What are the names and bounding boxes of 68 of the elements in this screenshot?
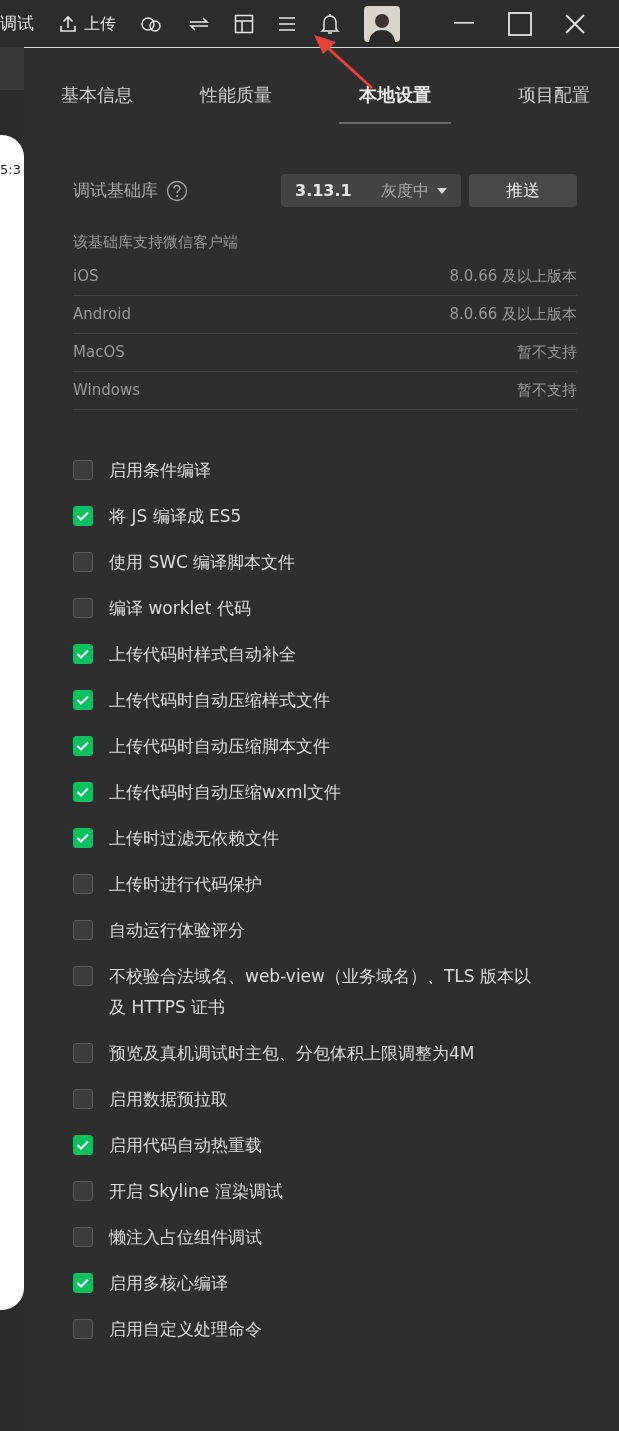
option-label: 懒注入占位组件调试 bbox=[109, 1225, 262, 1249]
help-icon[interactable] bbox=[166, 179, 188, 202]
status-time: 5:3 bbox=[0, 161, 22, 179]
checkbox[interactable] bbox=[73, 873, 93, 894]
platform-name: Windows bbox=[73, 379, 140, 401]
version-dropdown[interactable]: 3.13.1 灰度中 bbox=[281, 174, 461, 207]
version-requirement: 暂不支持 bbox=[517, 341, 577, 363]
option-label: 使用 SWC 编译脚本文件 bbox=[109, 550, 296, 574]
caret-icon bbox=[437, 187, 447, 194]
avatar-icon[interactable] bbox=[364, 5, 400, 42]
checkbox[interactable] bbox=[73, 551, 93, 572]
option-label: 自动运行体验评分 bbox=[109, 918, 245, 942]
option-label: 上传时过滤无依赖文件 bbox=[109, 826, 279, 850]
menu-icon[interactable] bbox=[278, 15, 296, 32]
checkbox[interactable] bbox=[73, 1042, 93, 1063]
checkbox[interactable] bbox=[73, 1180, 93, 1201]
setting-label: 调试基础库 bbox=[73, 178, 158, 202]
platform-name: iOS bbox=[73, 265, 99, 287]
toolbar-label: 调试 bbox=[0, 11, 34, 35]
maximize-icon[interactable] bbox=[508, 11, 532, 36]
option-label: 启用条件编译 bbox=[109, 458, 211, 482]
support-heading: 该基础库支持微信客户端 bbox=[73, 232, 239, 253]
tab[interactable]: 本地设置 bbox=[339, 81, 451, 124]
option-label: 上传代码时自动压缩脚本文件 bbox=[109, 734, 330, 758]
layout-icon[interactable] bbox=[234, 13, 254, 34]
checkbox[interactable] bbox=[73, 965, 93, 986]
upload-icon bbox=[58, 13, 78, 34]
option-label: 上传代码时自动压缩样式文件 bbox=[109, 688, 330, 712]
option-label: 上传代码时样式自动补全 bbox=[109, 642, 296, 666]
checkbox[interactable] bbox=[73, 1226, 93, 1247]
close-icon[interactable] bbox=[565, 13, 585, 34]
checkbox[interactable] bbox=[73, 459, 93, 480]
platform-name: MacOS bbox=[73, 341, 125, 363]
option-label: 启用数据预拉取 bbox=[109, 1087, 228, 1111]
option-label: 不校验合法域名、web-view（业务域名）、TLS 版本以及 HTTPS 证书 bbox=[109, 964, 533, 1019]
checkbox[interactable] bbox=[73, 1272, 93, 1293]
option-label: 编译 worklet 代码 bbox=[109, 596, 251, 620]
checkbox[interactable] bbox=[73, 643, 93, 664]
tab[interactable]: 基本信息 bbox=[61, 81, 133, 124]
option-label: 开启 Skyline 渲染调试 bbox=[109, 1179, 283, 1203]
checkbox[interactable] bbox=[73, 505, 93, 526]
option-label: 上传代码时自动压缩wxml文件 bbox=[109, 780, 342, 804]
checkbox[interactable] bbox=[73, 689, 93, 710]
tab[interactable]: 项目配置 bbox=[518, 81, 590, 124]
checkbox[interactable] bbox=[73, 1134, 93, 1155]
upload-button[interactable]: 上传 bbox=[58, 11, 116, 36]
version-requirement: 8.0.66 及以上版本 bbox=[449, 303, 577, 325]
checkbox[interactable] bbox=[73, 827, 93, 848]
bell-icon[interactable] bbox=[320, 12, 340, 35]
minimize-icon[interactable] bbox=[454, 22, 474, 25]
checkbox[interactable] bbox=[73, 1318, 93, 1339]
platform-name: Android bbox=[73, 303, 131, 325]
checkbox[interactable] bbox=[73, 597, 93, 618]
option-label: 预览及真机调试时主包、分包体积上限调整为4M bbox=[109, 1041, 475, 1065]
push-button[interactable]: 推送 bbox=[469, 174, 577, 207]
checkbox[interactable] bbox=[73, 735, 93, 756]
swap-icon[interactable] bbox=[188, 15, 210, 32]
checkbox[interactable] bbox=[73, 781, 93, 802]
option-label: 启用自定义处理命令 bbox=[109, 1317, 262, 1341]
checkbox[interactable] bbox=[73, 1088, 93, 1109]
checkbox[interactable] bbox=[73, 919, 93, 940]
option-label: 上传时进行代码保护 bbox=[109, 872, 262, 896]
tab[interactable]: 性能质量 bbox=[200, 81, 272, 124]
version-requirement: 暂不支持 bbox=[517, 379, 577, 401]
option-label: 启用代码自动热重载 bbox=[109, 1133, 262, 1157]
version-requirement: 8.0.66 及以上版本 bbox=[449, 265, 577, 287]
option-label: 将 JS 编译成 ES5 bbox=[109, 504, 242, 528]
option-label: 启用多核心编译 bbox=[109, 1271, 228, 1295]
